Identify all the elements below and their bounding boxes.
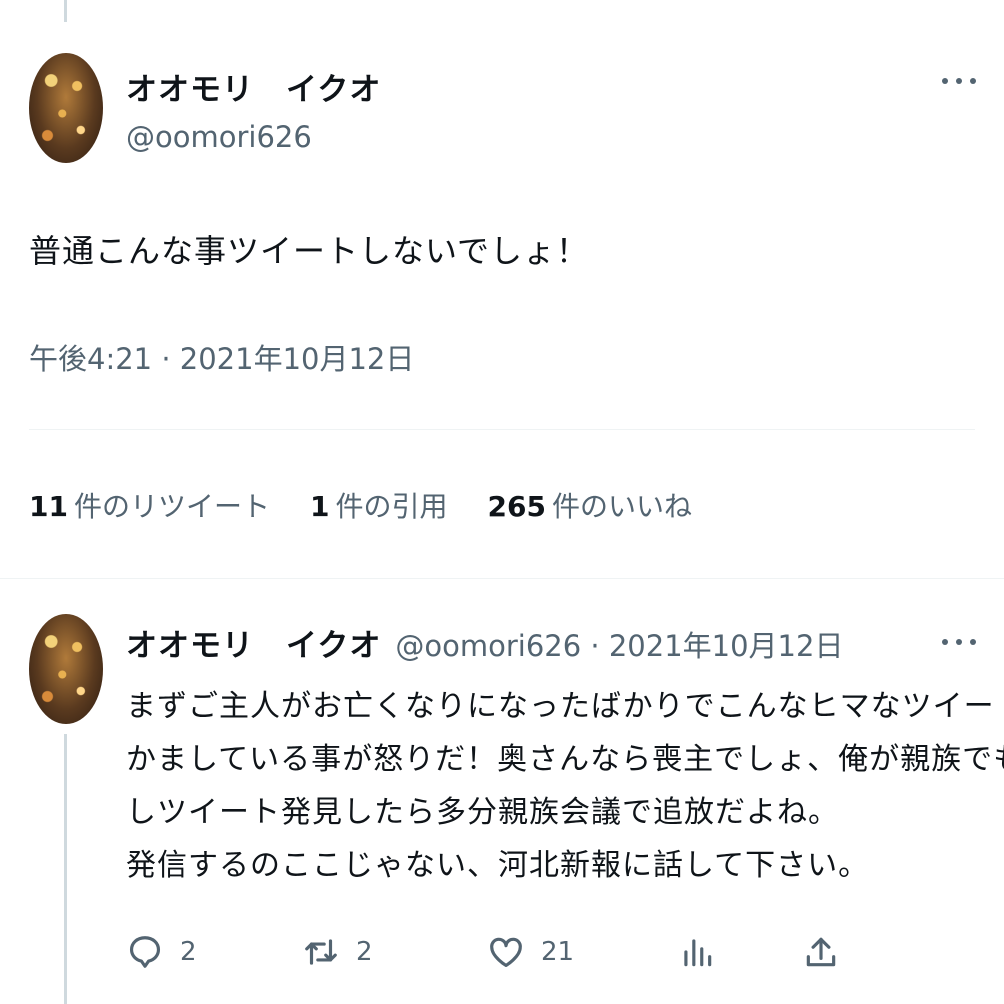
tweet-stats: 11 件のリツイート 1 件の引用 265 件のいいね (29, 485, 732, 525)
quotes-stat[interactable]: 1 件の引用 (310, 485, 448, 525)
tweet-timestamp[interactable]: 午後4:21 · 2021年10月12日 (29, 336, 414, 378)
reply-button[interactable]: 2 (126, 933, 197, 971)
likes-count: 265 (487, 490, 546, 523)
retweets-count: 11 (29, 490, 68, 523)
reply-text-line: かましている事が怒りだ！奥さんなら喪主でしょ、俺が親族でも (126, 742, 1004, 777)
thread-line (64, 734, 67, 1004)
user-handle[interactable]: @oomori626 (126, 120, 312, 154)
user-handle-date[interactable]: @oomori626 · 2021年10月12日 (395, 623, 843, 665)
retweet-icon (305, 939, 337, 965)
thread-line (64, 0, 67, 22)
analytics-icon (684, 939, 712, 967)
retweets-stat[interactable]: 11 件のリツイート (29, 485, 270, 525)
retweet-button[interactable]: 2 (302, 933, 373, 971)
reply-icon (129, 936, 161, 968)
quotes-count: 1 (309, 490, 330, 523)
divider (29, 429, 975, 430)
likes-label: 件のいいね (551, 490, 692, 523)
like-icon (490, 937, 522, 968)
share-icon (806, 937, 836, 967)
reply-header: オオモリ イクオ @oomori626 · 2021年10月12日 (126, 620, 843, 665)
share-button[interactable] (802, 933, 840, 971)
more-options-icon[interactable] (942, 76, 976, 86)
like-button[interactable]: 21 (487, 933, 574, 971)
display-name[interactable]: オオモリ イクオ (126, 64, 381, 109)
reply-text-line: 発信するのここじゃない、河北新報に話して下さい。 (126, 848, 870, 883)
divider (0, 578, 1004, 579)
analytics-button[interactable] (678, 933, 716, 971)
display-name[interactable]: オオモリ イクオ (126, 620, 381, 665)
likes-stat[interactable]: 265 件のいいね (487, 485, 691, 525)
tweet-text: 普通こんな事ツイートしないでしょ！ (29, 232, 590, 270)
retweets-label: 件のリツイート (73, 490, 270, 523)
retweet-count: 2 (356, 937, 373, 967)
reply-text: まずご主人がお亡くなりになったばかりでこんなヒマなツイート かましている事が怒り… (126, 680, 1004, 892)
like-count: 21 (541, 937, 575, 967)
reply-count: 2 (180, 937, 197, 967)
reply-text-line: まずご主人がお亡くなりになったばかりでこんなヒマなツイート (126, 689, 1004, 724)
reply-text-line: しツイート発見したら多分親族会議で追放だよね。 (126, 795, 839, 830)
avatar[interactable] (29, 53, 103, 163)
avatar[interactable] (29, 614, 103, 724)
quotes-label: 件の引用 (335, 490, 448, 523)
more-options-icon[interactable] (942, 637, 976, 647)
